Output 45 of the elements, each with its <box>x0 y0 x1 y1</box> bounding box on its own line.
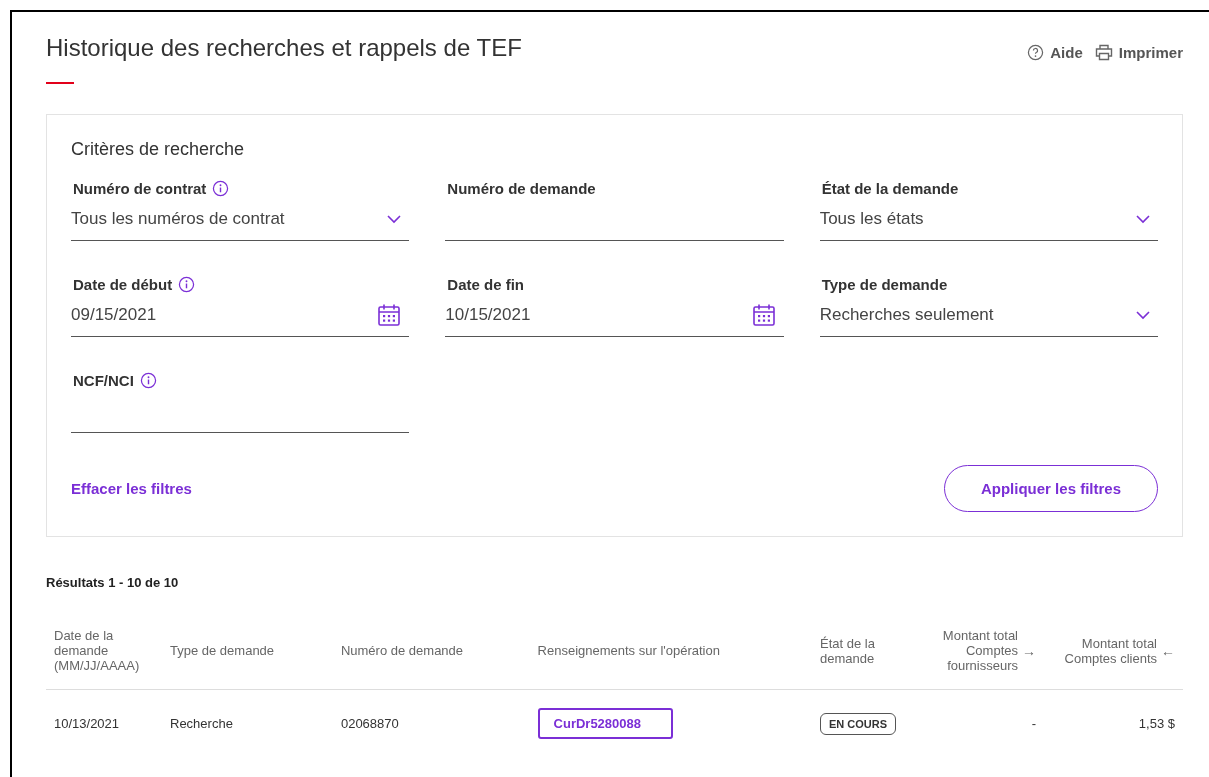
calendar-icon <box>751 303 776 327</box>
dropdown[interactable]: Recherches seulement <box>819 294 1158 337</box>
column-header: Type de demande <box>170 643 275 658</box>
table-cell: 10/13/2021 <box>54 716 120 731</box>
results-count: Résultats 1 - 10 de 10 <box>46 575 180 590</box>
page-title: Historique des recherches et rappels de TEF <box>46 34 522 62</box>
field-label: Type de demande <box>821 275 948 293</box>
column-header: État de la demande <box>820 635 876 666</box>
column-header: Numéro de demande <box>340 643 464 658</box>
field-label: Date de fin <box>447 275 524 293</box>
chevron-down-icon <box>1136 310 1150 320</box>
date-field[interactable]: 09/15/2021 <box>71 294 410 337</box>
field-label: NCF/NCI <box>73 371 134 389</box>
chevron-down-icon <box>1136 214 1150 224</box>
field-label: État de la demande <box>821 179 959 197</box>
dropdown[interactable]: Tous les numéros de contrat <box>71 198 410 241</box>
info-icon[interactable] <box>178 275 196 293</box>
info-icon[interactable] <box>139 371 157 389</box>
header-link[interactable]: Aide <box>1027 44 1083 61</box>
column-header: Montant total Comptes clients <box>1063 635 1157 666</box>
sort-arrow-icon[interactable]: → <box>1022 642 1036 659</box>
apply-filters-button[interactable]: Appliquer les filtres <box>943 465 1158 512</box>
table-cell: 02068870 <box>340 716 399 731</box>
clear-filters-link[interactable]: Effacer les filtres <box>71 480 192 497</box>
panel-title: Critères de recherche <box>71 139 246 160</box>
column-header: Date de la demande (MM/JJ/AAAA) <box>54 628 141 673</box>
table-cell: Recherche <box>170 716 233 731</box>
date-field[interactable]: 10/15/2021 <box>445 294 784 337</box>
field-label: Numéro de demande <box>447 179 596 197</box>
operation-link[interactable]: CurDr5280088 <box>537 708 673 739</box>
printer-icon <box>1094 44 1113 61</box>
header-link[interactable]: Imprimer <box>1094 44 1183 61</box>
table-cell: 1,53 $ <box>1138 716 1175 731</box>
field-label: Date de début <box>73 275 173 293</box>
info-icon[interactable] <box>212 179 230 197</box>
help-icon <box>1027 44 1045 61</box>
sort-arrow-icon[interactable]: ← <box>1161 642 1175 659</box>
column-header: Renseignements sur l'opération <box>537 643 720 658</box>
chevron-down-icon <box>387 214 402 224</box>
field-label: Numéro de contrat <box>73 179 207 197</box>
column-header: Montant total Comptes fournisseurs <box>941 628 1018 673</box>
status-badge: EN COURS <box>820 713 897 735</box>
calendar-icon <box>377 303 402 327</box>
dropdown[interactable]: Tous les états <box>819 198 1158 241</box>
table-cell: - <box>1031 716 1036 731</box>
